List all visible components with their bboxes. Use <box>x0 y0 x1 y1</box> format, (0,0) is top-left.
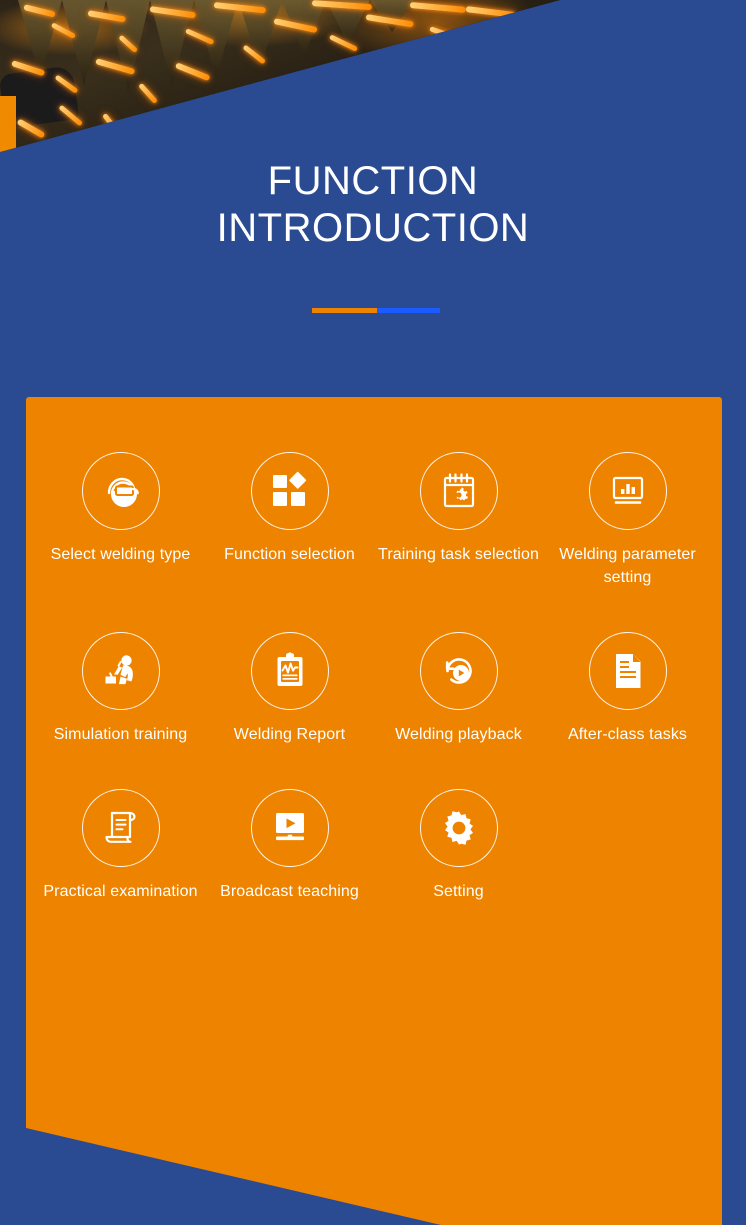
feature-label: Practical examination <box>43 883 198 900</box>
feature-item-welding-parameter-setting[interactable]: Welding parameter setting <box>543 452 712 589</box>
feature-item-simulation-training[interactable]: Simulation training <box>36 632 205 746</box>
feature-item-setting[interactable]: Setting <box>374 789 543 903</box>
document-page-icon <box>588 632 667 710</box>
function-introduction-page: FUNCTION INTRODUCTION Select welding typ… <box>0 0 746 1225</box>
welder-figure-icon <box>81 632 160 710</box>
welding-helmet-icon <box>81 452 160 530</box>
clipboard-chart-icon <box>250 632 329 710</box>
feature-label: Simulation training <box>53 726 188 743</box>
feature-label: Setting <box>433 883 484 900</box>
feature-item-function-selection[interactable]: Function selection <box>205 452 374 566</box>
right-blue-rail <box>722 0 746 1225</box>
scroll-certificate-icon <box>81 789 160 867</box>
replay-play-icon <box>419 632 498 710</box>
feature-item-welding-report[interactable]: Welding Report <box>205 632 374 746</box>
feature-item-select-welding-type[interactable]: Select welding type <box>36 452 205 566</box>
feature-label: Function selection <box>224 546 355 563</box>
page-title: FUNCTION INTRODUCTION <box>0 158 746 252</box>
feature-label: Welding parameter setting <box>559 546 696 586</box>
feature-item-training-task-selection[interactable]: Training task selection <box>374 452 543 566</box>
title-divider <box>312 308 440 313</box>
feature-item-welding-playback[interactable]: Welding playback <box>374 632 543 746</box>
feature-row: Practical examination Broadcast teaching <box>36 789 712 903</box>
feature-label: Training task selection <box>378 546 539 563</box>
feature-item-broadcast-teaching[interactable]: Broadcast teaching <box>205 789 374 903</box>
feature-label: After-class tasks <box>567 726 688 743</box>
divider-segment-blue <box>377 308 440 313</box>
calendar-gear-icon <box>419 452 498 530</box>
page-title-line-1: FUNCTION <box>267 159 479 203</box>
gear-icon <box>419 789 498 867</box>
monitor-bar-chart-icon <box>588 452 667 530</box>
feature-item-practical-examination[interactable]: Practical examination <box>36 789 205 903</box>
feature-row: Select welding type Function selection T… <box>36 452 712 589</box>
orange-edge-strip <box>0 96 16 152</box>
feature-label: Select welding type <box>50 546 191 563</box>
monitor-play-icon <box>250 789 329 867</box>
divider-segment-orange <box>312 308 377 313</box>
feature-row: Simulation training Welding Report Weldi… <box>36 632 712 746</box>
feature-label: Welding Report <box>233 726 346 743</box>
page-title-line-2: INTRODUCTION <box>216 206 530 250</box>
feature-item-after-class-tasks[interactable]: After-class tasks <box>543 632 712 746</box>
feature-label: Broadcast teaching <box>220 883 359 900</box>
feature-label: Welding playback <box>395 726 522 743</box>
feature-grid: Select welding type Function selection T… <box>26 397 722 946</box>
grid-blocks-icon <box>250 452 329 530</box>
